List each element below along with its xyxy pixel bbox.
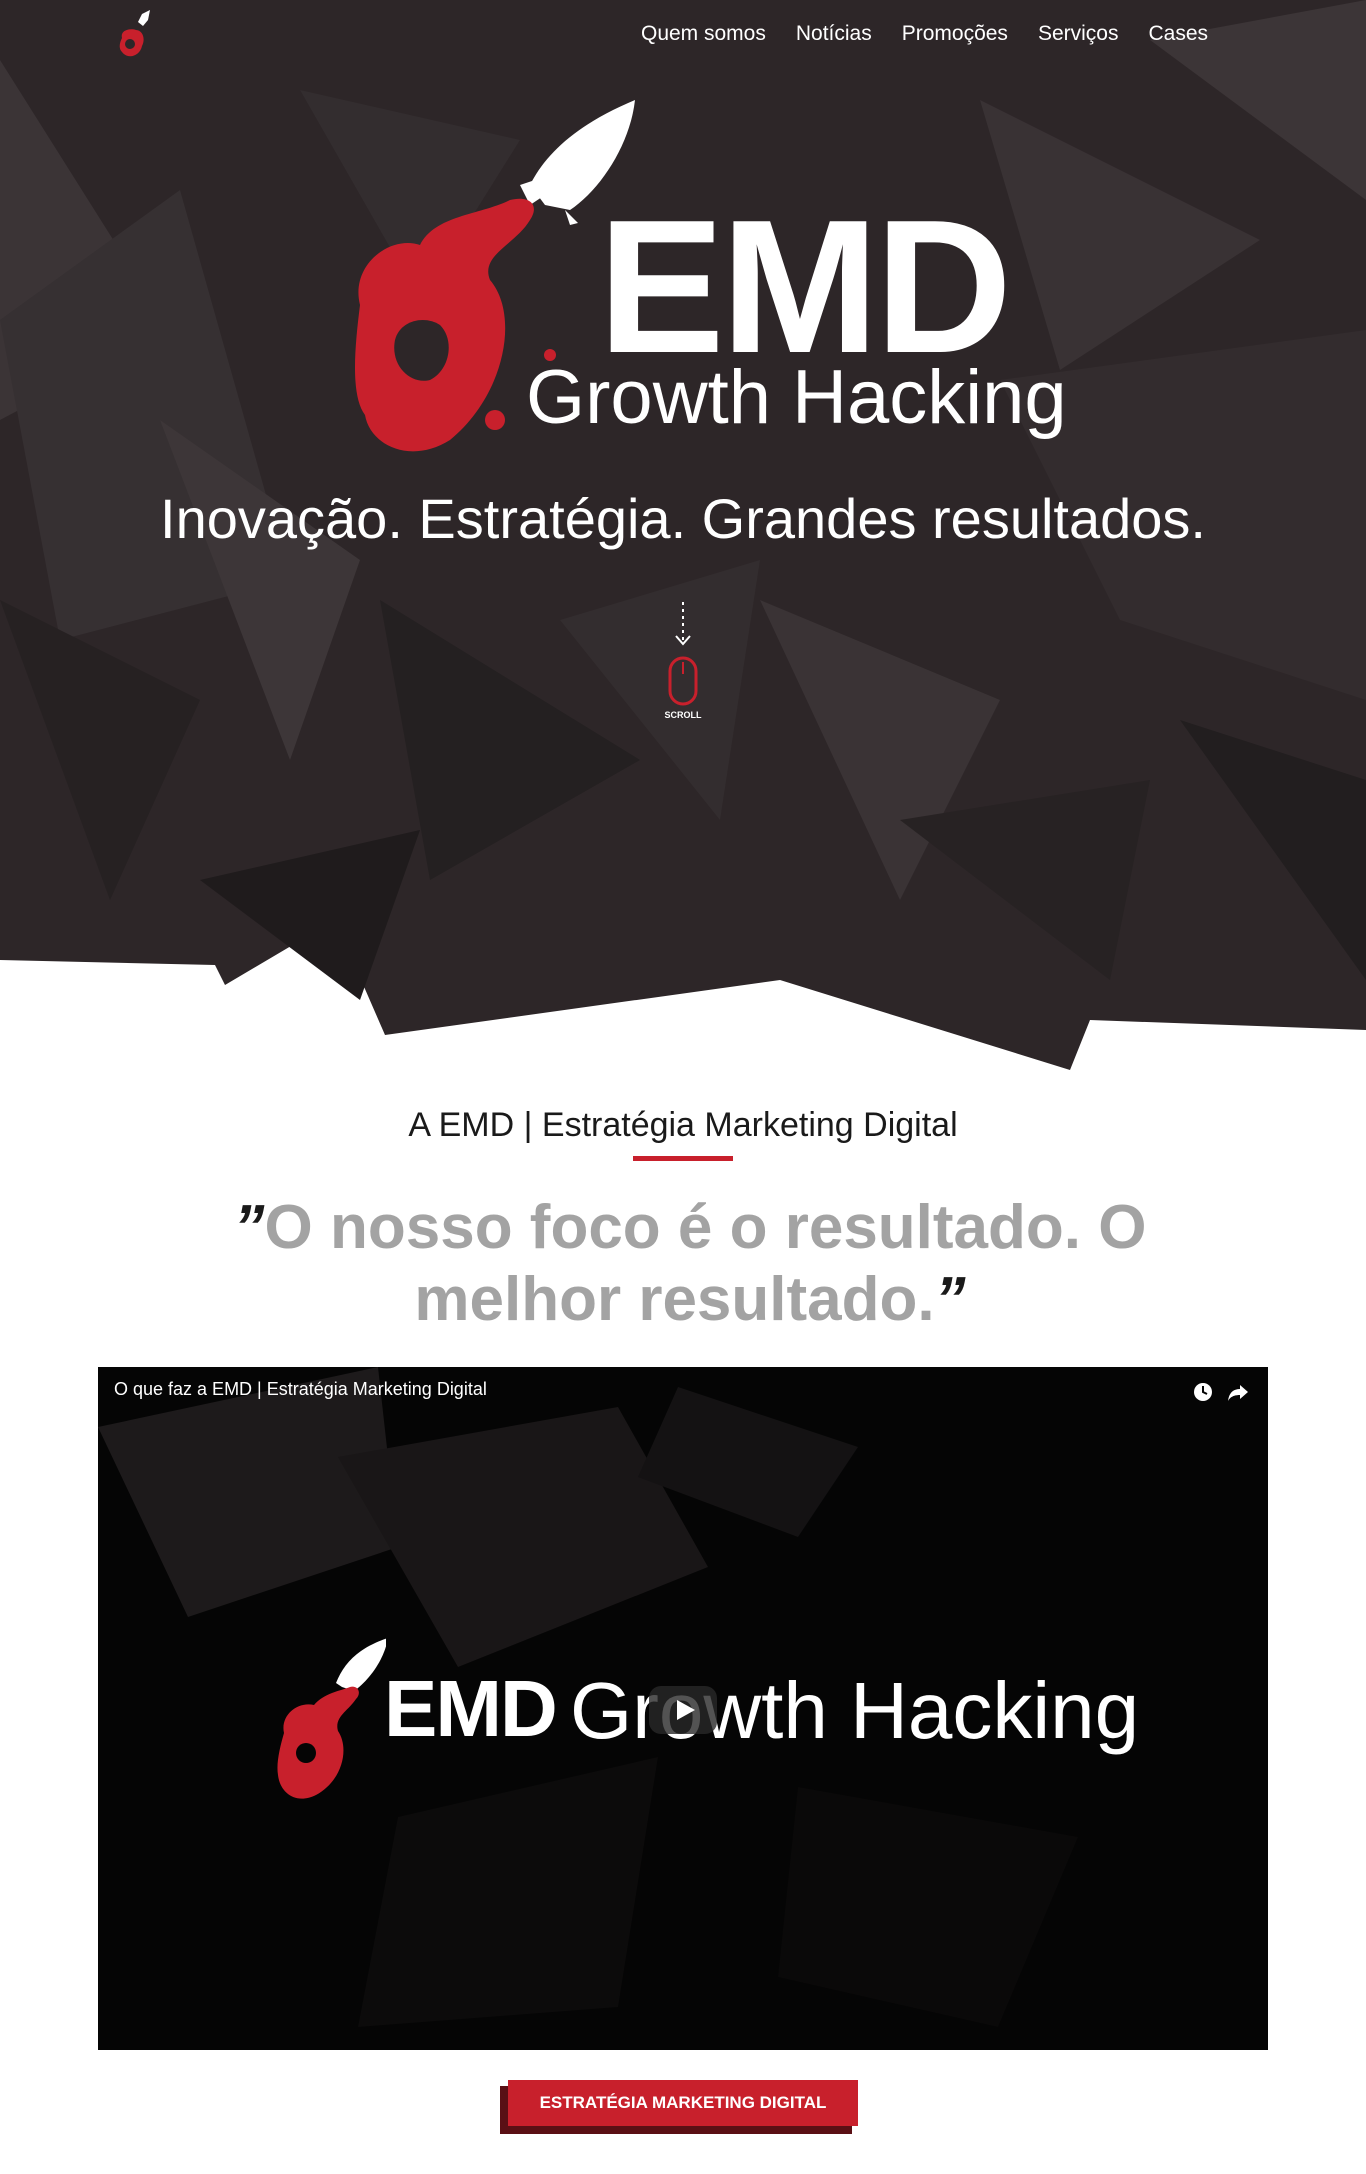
scroll-mouse-icon[interactable] xyxy=(662,602,704,722)
nav-logo-icon[interactable] xyxy=(112,8,160,66)
page: Quem somos Notícias Promoções Serviços C… xyxy=(0,0,1366,2174)
video-overlay-brand: EMD xyxy=(384,1664,558,1753)
hero-section: Quem somos Notícias Promoções Serviços C… xyxy=(0,0,1366,1080)
hero-tagline: Inovação. Estratégia. Grandes resultados… xyxy=(160,487,1206,550)
video-rocket-logo-icon xyxy=(277,1638,386,1799)
nav-item-servicos[interactable]: Serviços xyxy=(1038,22,1119,46)
nav-item-promocoes[interactable]: Promoções xyxy=(902,22,1008,46)
nav-item-cases[interactable]: Cases xyxy=(1148,22,1208,46)
video-title[interactable]: O que faz a EMD | Estratégia Marketing D… xyxy=(114,1379,487,1400)
main-nav: Quem somos Notícias Promoções Serviços C… xyxy=(641,22,1208,46)
quote-open-mark: ” xyxy=(233,1193,265,1262)
nav-item-quem-somos[interactable]: Quem somos xyxy=(641,22,766,46)
title-underline xyxy=(633,1156,733,1161)
section-title: A EMD | Estratégia Marketing Digital xyxy=(408,1106,958,1144)
share-icon[interactable] xyxy=(1226,1381,1250,1403)
video-play-button[interactable] xyxy=(649,1686,717,1734)
nav-item-noticias[interactable]: Notícias xyxy=(796,22,872,46)
video-embed[interactable]: O que faz a EMD | Estratégia Marketing D… xyxy=(98,1367,1268,2050)
mission-quote: ”O nosso foco é o resultado. O melhor re… xyxy=(150,1192,1230,1336)
hero-brand-subtitle: Growth Hacking xyxy=(526,355,1067,440)
quote-text: O nosso foco é o resultado. O melhor res… xyxy=(264,1193,1147,1334)
watch-later-icon[interactable] xyxy=(1192,1381,1214,1403)
hero-brand-name: EMD xyxy=(598,181,1012,393)
cta-button[interactable]: ESTRATÉGIA MARKETING DIGITAL xyxy=(508,2080,858,2126)
scroll-label: SCROLL xyxy=(664,710,702,720)
quote-close-mark: ” xyxy=(934,1265,966,1334)
